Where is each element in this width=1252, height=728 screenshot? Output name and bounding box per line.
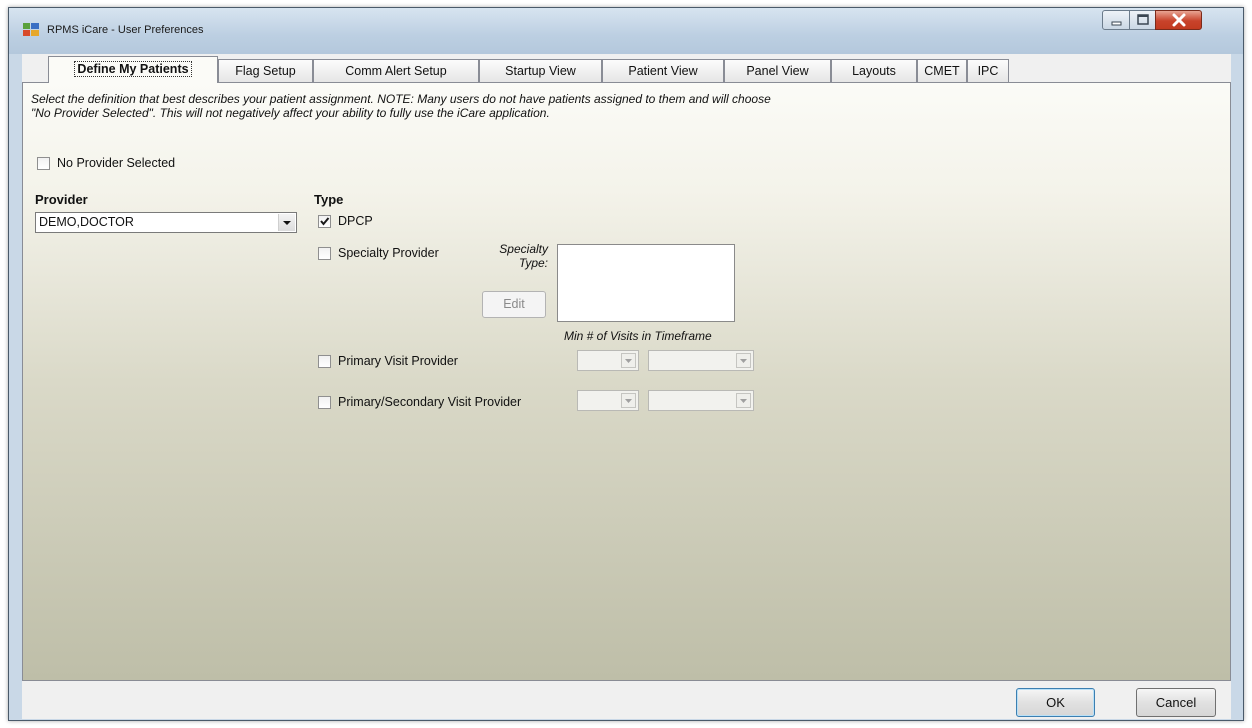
minimize-icon [1111,21,1122,26]
chevron-down-icon [283,221,291,225]
instructions-note: Select the definition that best describe… [31,92,1031,120]
define-my-patients-panel: Select the definition that best describe… [22,82,1231,681]
user-preferences-window: RPMS iCare - User Preferences Define My … [8,7,1244,721]
min-visits-label: Min # of Visits in Timeframe [564,329,712,343]
tab-label: Comm Alert Setup [345,64,447,78]
tab-comm-alert-setup[interactable]: Comm Alert Setup [313,59,479,82]
specialty-provider-checkbox[interactable] [318,247,331,260]
edit-button[interactable]: Edit [482,291,546,318]
tab-ipc[interactable]: IPC [967,59,1009,82]
provider-select-value: DEMO,DOCTOR [39,215,134,229]
primary-visit-provider-checkbox[interactable] [318,355,331,368]
primary-secondary-min-select[interactable] [577,390,639,411]
specialty-type-listbox[interactable] [557,244,735,322]
primary-visit-timeframe-dropdown[interactable] [736,353,751,368]
tab-label: CMET [924,64,960,78]
preferences-tabstrip: Define My Patients Flag Setup Comm Alert… [22,54,1231,83]
type-heading: Type [314,192,344,207]
specialty-type-label-line1: Specialty [499,242,548,256]
primary-secondary-visit-provider-label: Primary/Secondary Visit Provider [338,395,522,409]
ok-button[interactable]: OK [1016,688,1095,717]
specialty-type-label-line2: Type: [518,256,548,270]
dpcp-label: DPCP [338,214,373,228]
maximize-button[interactable] [1129,10,1156,30]
tab-patient-view[interactable]: Patient View [602,59,724,82]
specialty-type-label: Specialty Type: [478,242,548,270]
specialty-provider-label: Specialty Provider [338,246,439,260]
tab-label: Patient View [628,64,698,78]
primary-secondary-timeframe-dropdown[interactable] [736,393,751,408]
tab-label: Panel View [746,64,809,78]
edit-button-label: Edit [503,297,525,311]
ok-button-label: OK [1046,695,1065,710]
title-bar[interactable]: RPMS iCare - User Preferences [9,8,1243,54]
provider-dropdown-button[interactable] [278,214,295,231]
close-button[interactable] [1155,10,1202,30]
primary-secondary-min-dropdown[interactable] [621,393,636,408]
provider-select[interactable]: DEMO,DOCTOR [35,212,297,233]
chevron-down-icon [625,359,632,363]
chevron-down-icon [740,399,747,403]
checkmark-icon [320,217,330,226]
chevron-down-icon [625,399,632,403]
tab-startup-view[interactable]: Startup View [479,59,602,82]
no-provider-checkbox[interactable] [37,157,50,170]
dialog-footer: OK Cancel [22,682,1231,719]
tab-panel-view[interactable]: Panel View [724,59,831,82]
close-icon [1172,13,1186,27]
dpcp-checkbox[interactable] [318,215,331,228]
tab-label: Flag Setup [235,64,296,78]
tab-label: Define My Patients [74,61,192,77]
tab-label: Layouts [852,64,896,78]
primary-secondary-visit-provider-checkbox[interactable] [318,396,331,409]
window-title: RPMS iCare - User Preferences [47,24,204,36]
app-icon [23,23,39,36]
primary-visit-timeframe-select[interactable] [648,350,754,371]
tab-label: IPC [977,64,999,78]
primary-visit-min-dropdown[interactable] [621,353,636,368]
dialog-client-area: Define My Patients Flag Setup Comm Alert… [22,54,1231,719]
instructions-line-1: Select the definition that best describe… [31,92,771,106]
primary-visit-min-select[interactable] [577,350,639,371]
primary-visit-provider-label: Primary Visit Provider [338,354,458,368]
tab-cmet[interactable]: CMET [917,59,967,82]
tab-label: Startup View [505,64,576,78]
tab-flag-setup[interactable]: Flag Setup [218,59,313,82]
tab-define-my-patients[interactable]: Define My Patients [48,56,218,83]
maximize-icon [1137,14,1149,25]
tab-layouts[interactable]: Layouts [831,59,917,82]
primary-secondary-timeframe-select[interactable] [648,390,754,411]
no-provider-label: No Provider Selected [57,156,176,170]
provider-heading: Provider [35,192,88,207]
cancel-button-label: Cancel [1155,695,1197,710]
chevron-down-icon [740,359,747,363]
cancel-button[interactable]: Cancel [1136,688,1216,717]
minimize-button[interactable] [1102,10,1130,30]
instructions-line-2: "No Provider Selected". This will not ne… [31,106,550,120]
